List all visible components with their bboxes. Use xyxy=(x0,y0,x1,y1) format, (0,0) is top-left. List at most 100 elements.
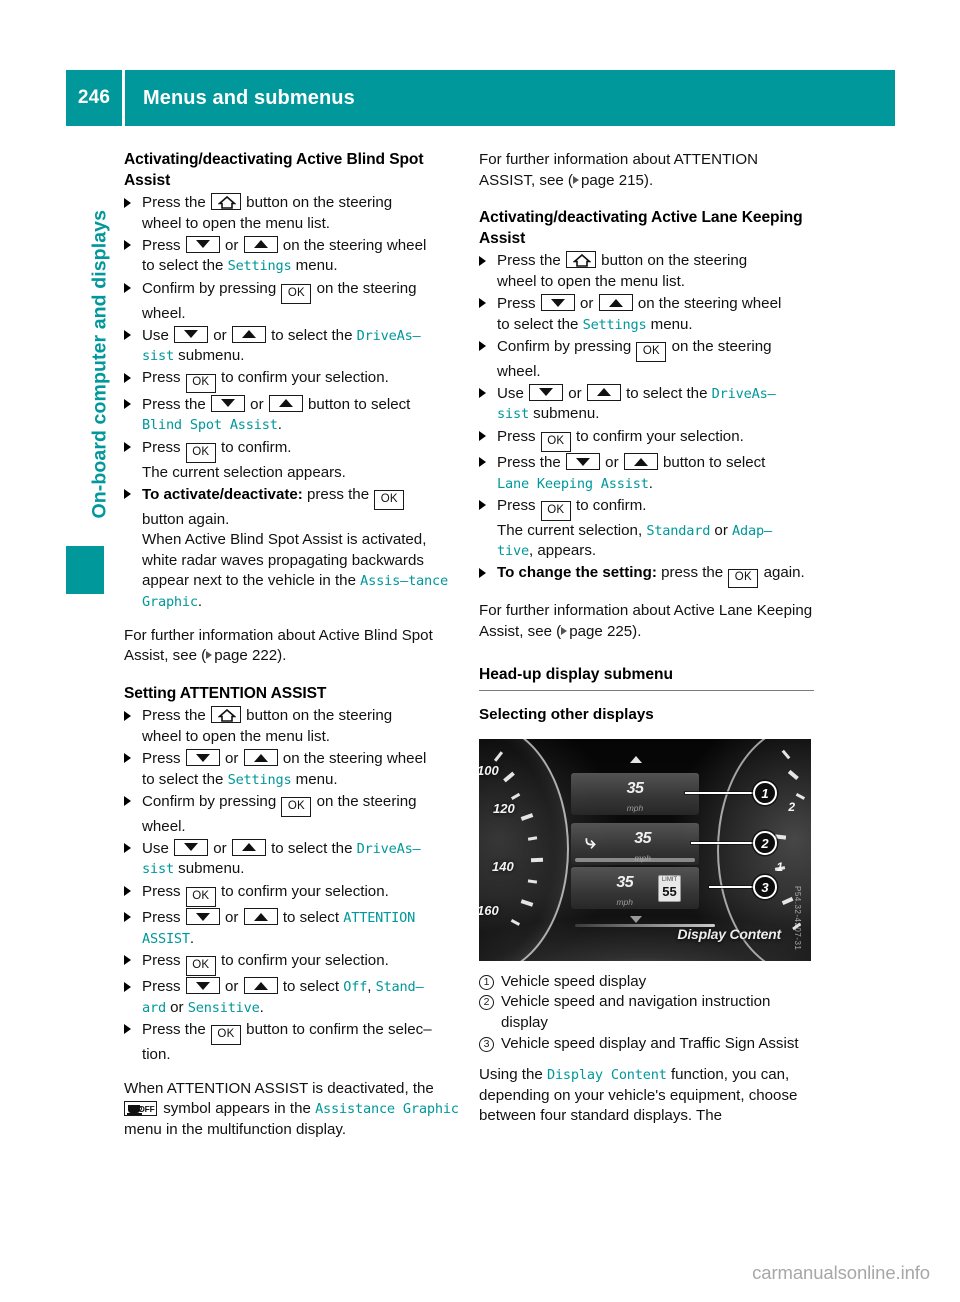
ok-key-icon[interactable]: OK xyxy=(540,432,571,452)
xref-text-a: For further information about Active Bli… xyxy=(124,626,398,644)
chapter-label: On-board computer and displays xyxy=(88,209,111,519)
home-button-key-icon[interactable] xyxy=(210,706,241,724)
menu-name-settings: Settings xyxy=(582,316,647,333)
up-arrow-key-icon[interactable] xyxy=(243,749,278,767)
scroll-down-arrow-icon xyxy=(630,915,642,923)
callout-marker-1: 1 xyxy=(753,780,777,805)
callout-leader-line-2 xyxy=(691,841,753,845)
page-ref-triangle-icon xyxy=(206,651,213,660)
down-arrow-key-icon[interactable] xyxy=(174,838,209,856)
step-text-open-menu: wheel to open the menu list. xyxy=(142,214,330,232)
ok-key-icon[interactable]: OK xyxy=(185,887,216,907)
ok-key-icon[interactable]: OK xyxy=(185,956,216,976)
step-text-select-settings: to select the Settings menu. xyxy=(142,770,338,788)
step-text-press: Press xyxy=(142,978,181,996)
step-note-blind-spot-active: When Active Blind Spot Assist is activat… xyxy=(142,531,448,610)
up-arrow-key-icon[interactable] xyxy=(268,394,303,412)
step-text-wheel: wheel. xyxy=(142,304,186,322)
xref-page[interactable]: page 215 xyxy=(581,172,644,189)
down-arrow-key-icon[interactable] xyxy=(174,325,209,343)
up-arrow-key-icon[interactable] xyxy=(243,977,278,995)
ok-key-icon[interactable]: OK xyxy=(185,443,216,463)
step-text-submenu: sist submenu. xyxy=(497,405,600,423)
down-arrow-key-icon[interactable] xyxy=(210,394,245,412)
down-arrow-key-icon[interactable] xyxy=(529,383,564,401)
down-arrow-key-icon[interactable] xyxy=(185,908,220,926)
cross-reference-lane-keeping: For further information about Active Lan… xyxy=(479,602,813,640)
hud-option-row-2[interactable]: ⤷ 35 mph xyxy=(571,822,699,865)
figure-legend: 1 Vehicle speed display 2 Vehicle speed … xyxy=(479,972,814,1054)
step-item: Press or on the steering wheel to select… xyxy=(124,235,459,277)
step-item: Press or on the steering wheel to select… xyxy=(479,294,814,335)
page-ref-triangle-icon xyxy=(561,627,568,635)
step-text-wheel: wheel. xyxy=(142,817,186,835)
step-item: Use or to select the DriveAs– sist subme… xyxy=(124,838,459,880)
hud-option-row-1[interactable]: 35 mph xyxy=(571,772,699,815)
figure-caption-display-content: Display Content xyxy=(677,926,781,943)
up-arrow-key-icon[interactable] xyxy=(231,325,266,343)
sign-limit-label: LIMIT xyxy=(661,876,678,883)
step-item: Confirm by pressing OK on the steering w… xyxy=(124,279,459,325)
down-arrow-key-icon[interactable] xyxy=(565,453,600,471)
section-title-attention-assist: Setting ATTENTION ASSIST xyxy=(124,684,327,702)
xref-page[interactable]: page 225 xyxy=(569,623,632,640)
arrow-bullet-icon xyxy=(124,1024,131,1035)
sign-speed-value: 55 xyxy=(662,883,677,899)
up-arrow-key-icon[interactable] xyxy=(243,235,278,253)
step-text-button-select: button to select xyxy=(663,454,766,472)
up-arrow-key-icon[interactable] xyxy=(598,294,633,312)
page-title: Menus and submenus xyxy=(143,86,355,109)
legend-text-3: Vehicle speed display and Traffic Sign A… xyxy=(501,1034,799,1052)
step-text-confirm-selection: to confirm your selection. xyxy=(221,369,389,387)
step-item: Confirm by pressing OK on the steering w… xyxy=(479,337,814,383)
step-text-button-confirm: button to confirm the selec– xyxy=(246,1020,432,1038)
ok-key-icon[interactable]: OK xyxy=(728,568,759,589)
step-text-press-the: Press the xyxy=(142,1020,206,1038)
xref-page[interactable]: page 222 xyxy=(214,647,277,664)
menu-name-attention-2: ASSIST xyxy=(142,930,190,947)
gauge-number-120: 120 xyxy=(493,800,515,816)
step-text-button-steering: button on the steering xyxy=(601,252,748,270)
ok-key-icon[interactable]: OK xyxy=(281,284,312,304)
arrow-bullet-icon xyxy=(124,330,131,341)
step-text-on-wheel: on the steering wheel xyxy=(637,295,782,313)
ok-key-icon[interactable]: OK xyxy=(374,490,405,510)
hud-option-row-3[interactable]: 35 mph LIMIT 55 xyxy=(571,866,699,909)
down-arrow-key-icon[interactable] xyxy=(185,749,220,767)
down-arrow-key-icon[interactable] xyxy=(540,294,575,312)
up-arrow-key-icon[interactable] xyxy=(623,453,658,471)
step-item: Press the or button to select Lane Keepi… xyxy=(479,453,814,494)
step-text-select-the: to select the xyxy=(271,326,353,344)
step-text-press: Press xyxy=(142,438,181,456)
up-arrow-key-icon[interactable] xyxy=(231,838,266,856)
step-text-button-again: button again. xyxy=(142,510,230,528)
step-text-press-the: Press the xyxy=(142,707,206,725)
down-arrow-key-icon[interactable] xyxy=(185,977,220,995)
home-button-key-icon[interactable] xyxy=(210,193,241,211)
ok-key-icon[interactable]: OK xyxy=(636,342,667,362)
note-text-post: menu in the multifunction display. xyxy=(124,1120,347,1138)
page-number: 246 xyxy=(77,87,111,108)
callout-marker-2: 2 xyxy=(753,830,777,855)
option-sensitive: Sensitive xyxy=(187,999,260,1016)
up-arrow-key-icon[interactable] xyxy=(243,908,278,926)
hud-speed-value-2: 35 xyxy=(634,829,652,847)
arrow-bullet-icon xyxy=(479,457,486,468)
hud-speed-value-3: 35 xyxy=(616,873,634,891)
up-arrow-key-icon[interactable] xyxy=(586,383,621,401)
down-arrow-key-icon[interactable] xyxy=(185,235,220,253)
ok-key-icon[interactable]: OK xyxy=(185,373,216,394)
option-off: Off xyxy=(343,979,368,996)
ok-key-icon[interactable]: OK xyxy=(540,501,571,521)
ok-key-icon[interactable]: OK xyxy=(281,797,312,817)
ok-key-icon[interactable]: OK xyxy=(210,1025,241,1045)
step-text-press: Press xyxy=(497,295,536,313)
figure-image-code: P54.32-4207-31 xyxy=(793,886,802,951)
head-up-display-figure: 100 120 140 160 2 1 35 mph ⤷ 35 mph 35 m… xyxy=(479,738,811,961)
right-column: For further information about ATTENTION … xyxy=(479,150,814,1127)
step-text-press: Press xyxy=(497,496,536,514)
step-text-to-select: to select xyxy=(282,978,340,996)
home-button-key-icon[interactable] xyxy=(565,251,596,269)
cross-reference-blind-spot: For further information about Active Bli… xyxy=(124,626,433,665)
step-text-lane-keeping: Lane Keeping Assist. xyxy=(497,474,653,492)
